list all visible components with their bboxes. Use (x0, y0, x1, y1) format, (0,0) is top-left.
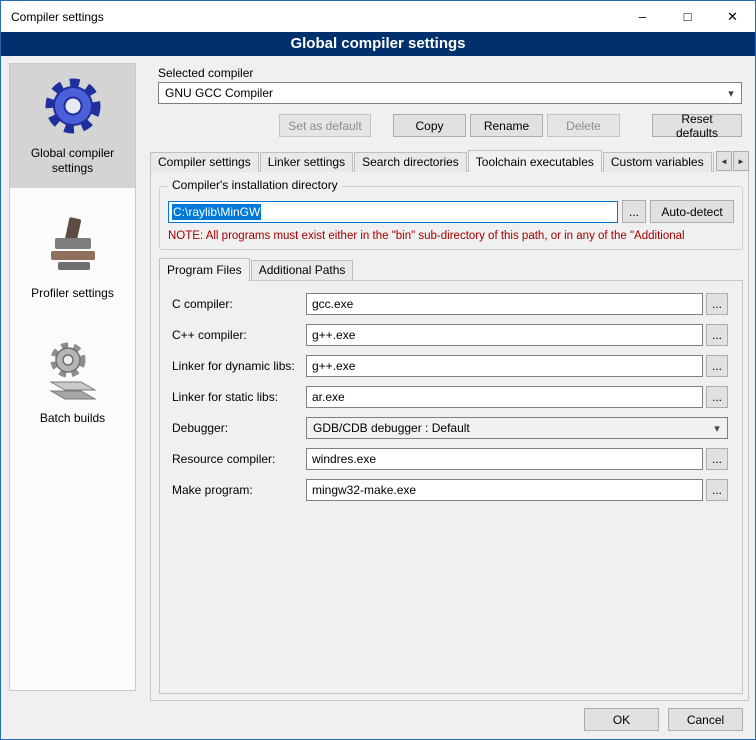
selected-compiler-label: Selected compiler (158, 66, 253, 80)
selected-compiler-dropdown[interactable]: GNU GCC Compiler ▾ (158, 82, 742, 104)
page-title: Global compiler settings (1, 32, 755, 56)
static-libs-linker-input[interactable] (306, 386, 703, 408)
dialog-footer: OK Cancel (584, 708, 743, 731)
cpp-compiler-input[interactable] (306, 324, 703, 346)
debugger-dropdown[interactable]: GDB/CDB debugger : Default ▾ (306, 417, 728, 439)
reset-defaults-button[interactable]: Reset defaults (652, 114, 742, 137)
installation-directory-group: Compiler's installation directory C:\ray… (159, 186, 743, 250)
field-row: Linker for static libs: ... (160, 386, 742, 408)
field-label: C compiler: (172, 297, 300, 311)
field-row: C compiler: ... (160, 293, 742, 315)
selected-compiler-value: GNU GCC Compiler (165, 86, 273, 100)
compiler-settings-dialog: Compiler settings – □ ✕ Global compiler … (0, 0, 756, 740)
field-label: Debugger: (172, 421, 300, 435)
sidebar-item-global-compiler-settings[interactable]: Global compiler settings (10, 64, 135, 188)
browse-button[interactable]: ... (706, 293, 728, 315)
tab-linker-settings[interactable]: Linker settings (260, 152, 353, 172)
cancel-button[interactable]: Cancel (668, 708, 743, 731)
sidebar-item-batch-builds[interactable]: Batch builds (10, 329, 135, 438)
field-row: C++ compiler: ... (160, 324, 742, 346)
arrow-left-icon: ◄ (720, 157, 728, 166)
sidebar-item-profiler-settings[interactable]: Profiler settings (10, 204, 135, 313)
program-files-panel: C compiler: ... C++ compiler: ... Linker… (159, 280, 743, 694)
title-bar[interactable]: Compiler settings – □ ✕ (1, 1, 755, 32)
gray-gears-icon (41, 339, 105, 403)
browse-button[interactable]: ... (706, 355, 728, 377)
sidebar-item-label: Global compiler settings (14, 146, 131, 176)
tab-toolchain-executables[interactable]: Toolchain executables (468, 150, 602, 172)
set-as-default-button: Set as default (279, 114, 371, 137)
copy-button[interactable]: Copy (393, 114, 466, 137)
field-row: Resource compiler: ... (160, 448, 742, 470)
minimize-button[interactable]: – (620, 1, 665, 32)
browse-button[interactable]: ... (706, 479, 728, 501)
rename-button[interactable]: Rename (470, 114, 543, 137)
tab-scroll-controls: ◄ ► (714, 151, 749, 171)
ok-button[interactable]: OK (584, 708, 659, 731)
maximize-icon: □ (684, 9, 692, 24)
maximize-button[interactable]: □ (665, 1, 710, 32)
field-label: C++ compiler: (172, 328, 300, 342)
subtab-program-files[interactable]: Program Files (159, 258, 250, 281)
browse-button[interactable]: ... (706, 448, 728, 470)
compiler-actions: Set as default Copy Rename Delete Reset … (158, 114, 742, 137)
tab-compiler-settings[interactable]: Compiler settings (150, 152, 259, 172)
directory-browse-button[interactable]: ... (622, 200, 646, 223)
tab-scroll-right-button[interactable]: ► (733, 151, 749, 171)
bin-subdirectory-note: NOTE: All programs must exist either in … (168, 230, 738, 242)
field-row: Debugger: GDB/CDB debugger : Default ▾ (160, 417, 742, 439)
auto-detect-button[interactable]: Auto-detect (650, 200, 734, 223)
executables-subtabstrip: Program Files Additional Paths (159, 258, 743, 280)
installation-directory-label: Compiler's installation directory (168, 178, 342, 192)
installation-directory-input[interactable]: C:\raylib\MinGW (168, 201, 618, 223)
close-icon: ✕ (727, 9, 738, 25)
tab-scroll-left-button[interactable]: ◄ (716, 151, 732, 171)
close-button[interactable]: ✕ (710, 1, 755, 32)
profiler-tool-icon (41, 214, 105, 278)
browse-button[interactable]: ... (706, 324, 728, 346)
make-program-input[interactable] (306, 479, 703, 501)
tab-search-directories[interactable]: Search directories (354, 152, 467, 172)
c-compiler-input[interactable] (306, 293, 703, 315)
tab-custom-variables[interactable]: Custom variables (603, 152, 712, 172)
settings-sidebar: Global compiler settings Profiler settin… (9, 63, 136, 691)
field-row: Linker for dynamic libs: ... (160, 355, 742, 377)
resource-compiler-input[interactable] (306, 448, 703, 470)
installation-directory-value: C:\raylib\MinGW (172, 204, 261, 220)
field-label: Make program: (172, 483, 300, 497)
browse-button[interactable]: ... (706, 386, 728, 408)
sidebar-item-label: Batch builds (40, 411, 105, 426)
main-tabstrip: Compiler settings Linker settings Search… (150, 150, 749, 172)
field-label: Linker for static libs: (172, 390, 300, 404)
dynamic-libs-linker-input[interactable] (306, 355, 703, 377)
arrow-right-icon: ► (737, 157, 745, 166)
debugger-value: GDB/CDB debugger : Default (313, 421, 470, 435)
field-row: Make program: ... (160, 479, 742, 501)
chevron-down-icon: ▾ (709, 418, 725, 438)
delete-button: Delete (547, 114, 620, 137)
sidebar-item-label: Profiler settings (31, 286, 114, 301)
minimize-icon: – (639, 9, 646, 24)
field-label: Resource compiler: (172, 452, 300, 466)
window-title: Compiler settings (1, 1, 620, 32)
field-label: Linker for dynamic libs: (172, 359, 300, 373)
subtab-additional-paths[interactable]: Additional Paths (251, 260, 354, 280)
installation-directory-row: C:\raylib\MinGW ... Auto-detect (168, 200, 734, 223)
chevron-down-icon: ▾ (723, 83, 739, 103)
blue-gear-icon (41, 74, 105, 138)
toolchain-executables-panel: Compiler's installation directory C:\ray… (150, 171, 749, 701)
